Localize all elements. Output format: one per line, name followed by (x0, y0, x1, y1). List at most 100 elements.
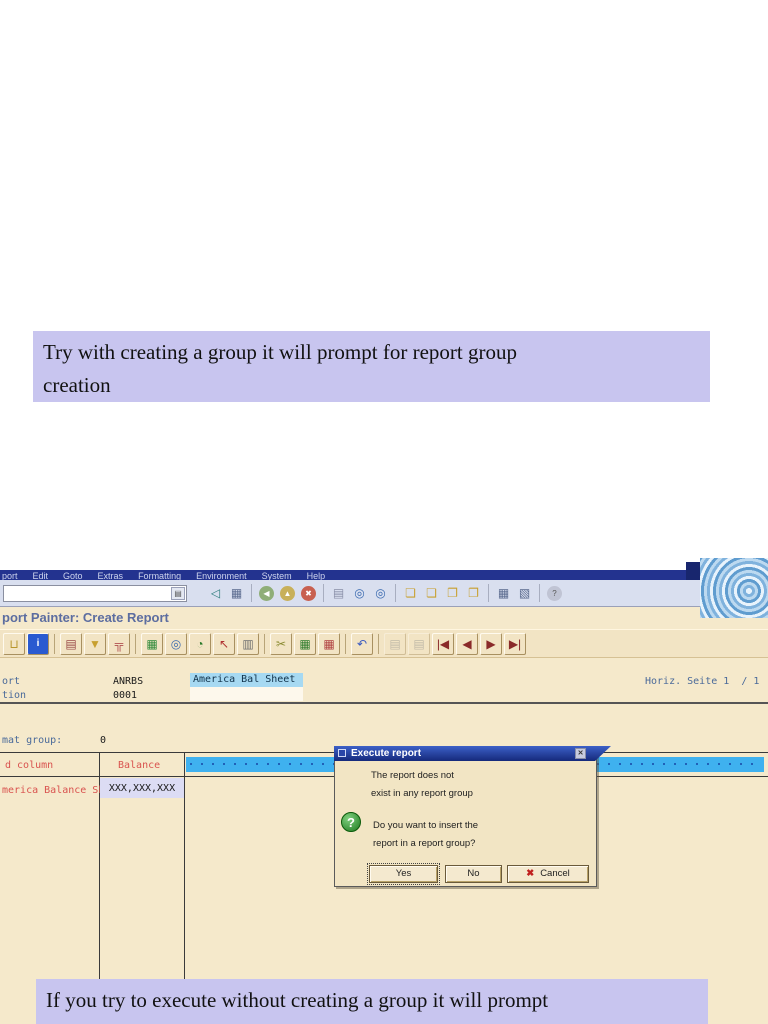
menu-item-formatting[interactable]: Formatting (138, 571, 181, 580)
annotation-bottom-line1: If you try to execute without creating a… (46, 988, 549, 1012)
menu-item-report[interactable]: port (2, 571, 18, 580)
standard-toolbar: ▤ ◁ ▦ ◀ ▲ ✖ ▤ ◎ ◎ ❏ ❏ ❐ ❐ ▦ ▧? (0, 580, 768, 607)
balance-header: Balance (118, 760, 161, 771)
help-icon[interactable]: ? (547, 585, 562, 601)
question-icon: ? (341, 812, 361, 832)
cancel-icon[interactable]: ✖ (301, 585, 316, 601)
sap-ripple-logo (700, 558, 768, 618)
report-label: ort (2, 676, 21, 687)
toolbar-separator (378, 633, 379, 654)
cancel-button-label: Cancel (540, 868, 570, 879)
find-icon[interactable]: ◎ (350, 584, 369, 602)
section-divider (0, 702, 768, 704)
dialog-window-icon (338, 749, 346, 757)
clock-icon[interactable]: ◔ (189, 632, 211, 655)
page: Try with creating a group it will prompt… (0, 0, 768, 1024)
back-icon[interactable]: ◀ (259, 585, 274, 601)
page-info: Horiz. Seite 1 / 1 (645, 676, 760, 687)
next-column-icon[interactable]: ▶ (480, 632, 502, 655)
format-group-value: 0 (100, 735, 107, 746)
first-column-icon[interactable]: |◀ (432, 632, 454, 655)
toolbar-separator (54, 633, 55, 654)
new-session-icon[interactable]: ▦ (494, 584, 513, 602)
toolbar-separator (251, 584, 252, 602)
toolbar-separator (135, 633, 136, 654)
undo-icon[interactable]: ↶ (351, 632, 373, 655)
annotation-bottom: If you try to execute without creating a… (36, 979, 708, 1024)
section-value: 0001 (113, 690, 138, 701)
menu-item-goto[interactable]: Goto (63, 571, 83, 580)
unlock-icon[interactable]: ⊔ (3, 632, 25, 655)
first-page-icon[interactable]: ❏ (401, 584, 420, 602)
no-button[interactable]: No (445, 865, 502, 883)
toolbar-separator (345, 633, 346, 654)
toolbar-separator (488, 584, 489, 602)
standard-toolbar-icons: ◁ ▦ ◀ ▲ ✖ ▤ ◎ ◎ ❏ ❏ ❐ ❐ ▦ ▧? (205, 583, 565, 603)
print-page-icon[interactable]: ▤ (329, 584, 348, 602)
format-group-label: mat group: (2, 735, 63, 746)
previous-column-icon[interactable]: ◀ (456, 632, 478, 655)
application-toolbar: ⊔ i ▤ ▼ ╦ ▦ ◎ ◔ ↖ ▥ ✂ ▦ ▦ ↶ ▤ ▤ |◀ ◀ ▶ ▶| (0, 629, 768, 658)
annotation-top-line2: creation (43, 372, 111, 397)
dialog-title: Execute report (351, 748, 422, 759)
report-description-field[interactable]: America Bal Sheet (190, 673, 303, 687)
shortcut-icon[interactable]: ▧ (515, 584, 534, 602)
dialog-close-icon[interactable]: ✕ (575, 748, 586, 759)
export-icon[interactable]: ▦ (294, 632, 316, 655)
balance-cell[interactable]: XXX,XXX,XXX (100, 778, 184, 798)
table-row-label: merica Balance Sh (2, 785, 105, 796)
import-icon[interactable]: ▦ (318, 632, 340, 655)
menu-item-extras[interactable]: Extras (98, 571, 124, 580)
screen-title: port Painter: Create Report (2, 610, 169, 625)
report-value: ANRBS (113, 676, 144, 687)
print-icon[interactable]: ▤ (60, 632, 82, 655)
delete-icon[interactable]: ▥ (237, 632, 259, 655)
cancel-x-icon: ✖ (526, 868, 535, 879)
cancel-button[interactable]: ✖ Cancel (507, 865, 589, 883)
select-block-icon[interactable]: ↖ (213, 632, 235, 655)
save-icon[interactable]: ▦ (227, 584, 246, 602)
exit-icon[interactable]: ▲ (280, 585, 295, 601)
previous-page-icon[interactable]: ❏ (422, 584, 441, 602)
dialog-question-line1: Do you want to insert the (373, 820, 479, 831)
annotation-top: Try with creating a group it will prompt… (33, 331, 710, 402)
command-input[interactable] (5, 587, 171, 600)
menu-row: port Edit Goto Extras Formatting Environment S… (0, 570, 768, 580)
menu-item-edit[interactable]: Edit (33, 571, 49, 580)
next-screen-icon: ▤ (408, 632, 430, 655)
toolbar-separator (539, 584, 540, 602)
description-field-empty[interactable] (190, 687, 303, 701)
menu-item-system[interactable]: System (262, 571, 292, 580)
table-vline-2 (184, 752, 185, 979)
hierarchy-icon[interactable]: ╦ (108, 632, 130, 655)
find-next-icon[interactable]: ◎ (371, 584, 390, 602)
filter-icon[interactable]: ▼ (84, 632, 106, 655)
check-report-icon[interactable]: ◎ (165, 632, 187, 655)
insert-element-icon[interactable]: ▦ (141, 632, 163, 655)
dialog-question-line2: report in a report group? (373, 838, 476, 849)
enter-icon[interactable]: ◁ (206, 584, 225, 602)
annotation-bottom-line2: for report group creation (46, 1021, 253, 1024)
menu-bar: port Edit Goto Extras Formatting Environment S… (0, 570, 768, 580)
dialog-title-bar[interactable]: Execute report ✕ (334, 746, 611, 761)
dialog-message-line2: exist in any report group (371, 788, 473, 799)
toolbar-separator (264, 633, 265, 654)
info-icon[interactable]: i (27, 632, 49, 655)
toolbar-separator (323, 584, 324, 602)
annotation-top-line1: Try with creating a group it will prompt… (43, 340, 517, 364)
cut-icon[interactable]: ✂ (270, 632, 292, 655)
lead-column-header: d column (5, 760, 54, 771)
menu-item-help[interactable]: Help (307, 571, 326, 580)
dialog-body: The report does not exist in any report … (334, 747, 597, 887)
command-field-menu-icon[interactable]: ▤ (171, 587, 185, 600)
dialog-message-line1: The report does not (371, 770, 454, 781)
execute-report-dialog: The report does not exist in any report … (334, 746, 612, 889)
last-page-icon[interactable]: ❐ (464, 584, 483, 602)
prev-screen-icon: ▤ (384, 632, 406, 655)
command-field[interactable]: ▤ (3, 585, 187, 602)
next-page-icon[interactable]: ❐ (443, 584, 462, 602)
last-column-icon[interactable]: ▶| (504, 632, 526, 655)
yes-button[interactable]: Yes (367, 863, 440, 885)
section-label: tion (2, 690, 27, 701)
menu-item-environment[interactable]: Environment (196, 571, 247, 580)
